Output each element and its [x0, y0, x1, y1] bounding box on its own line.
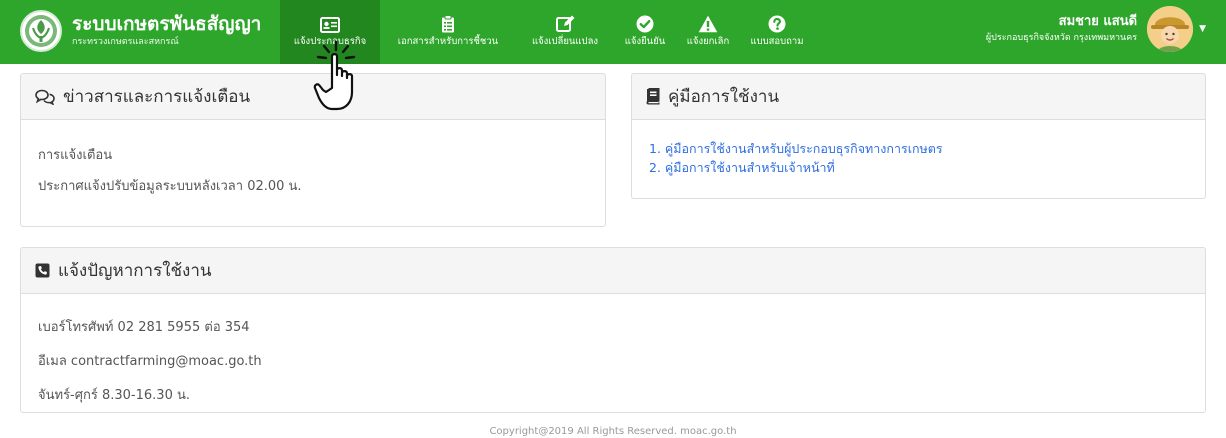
ministry-logo [20, 10, 62, 52]
top-navbar: ระบบเกษตรพันธสัญญา กระทรวงเกษตรและสหกรณ์… [0, 0, 1226, 64]
nav-notify-change[interactable]: แจ้งเปลี่ยนแปลง [516, 0, 614, 64]
user-role: ผู้ประกอบธุรกิจจังหวัด กรุงเทพมหานคร [985, 33, 1138, 43]
manual-panel-header: คู่มือการใช้งาน [632, 74, 1205, 120]
brand[interactable]: ระบบเกษตรพันธสัญญา กระทรวงเกษตรและสหกรณ์ [20, 10, 261, 52]
manual-panel: คู่มือการใช้งาน 1. คู่มือการใช้งานสำหรับ… [631, 73, 1206, 199]
manual-link-officer[interactable]: 2. คู่มือการใช้งานสำหรับเจ้าหน้าที่ [649, 158, 1188, 177]
issue-panel-title: แจ้งปัญหาการใช้งาน [58, 261, 212, 281]
issue-hours: จันทร์-ศุกร์ 8.30-16.30 น. [38, 388, 190, 403]
nav-cancel[interactable]: แจ้งยกเลิก [676, 0, 740, 64]
nav-questionnaire[interactable]: แบบสอบถาม [740, 0, 814, 64]
issue-email: อีเมล contractfarming@moac.go.th [38, 354, 262, 369]
nav-confirm[interactable]: แจ้งยืนยัน [614, 0, 676, 64]
app-subtitle: กระทรวงเกษตรและสหกรณ์ [72, 37, 179, 47]
footer-copyright: Copyright@2019 All Rights Reserved. moac… [489, 426, 737, 437]
issue-report-panel: แจ้งปัญหาการใช้งาน เบอร์โทรศัพท์ 02 281 … [20, 247, 1206, 413]
question-circle-icon [768, 15, 786, 33]
manual-panel-title: คู่มือการใช้งาน [668, 87, 780, 107]
nav-label: แจ้งยืนยัน [624, 36, 666, 47]
nav-solicitation-documents[interactable]: เอกสารสำหรับการชี้ชวน [380, 0, 516, 64]
phone-square-icon [35, 263, 50, 278]
user-name: สมชาย แสนดี [1058, 14, 1138, 29]
edit-icon [555, 15, 574, 32]
news-panel-title: ข่าวสารและการแจ้งเตือน [63, 87, 251, 107]
issue-panel-header: แจ้งปัญหาการใช้งาน [21, 248, 1205, 294]
news-row: การแจ้งเตือน [38, 148, 113, 163]
news-row: ประกาศแจ้งปรับข้อมูลระบบหลังเวลา 02.00 น… [38, 179, 302, 194]
nav-label: เอกสารสำหรับการชี้ชวน [397, 36, 499, 47]
id-card-icon [320, 17, 340, 33]
avatar[interactable] [1147, 6, 1194, 52]
app-title: ระบบเกษตรพันธสัญญา [72, 13, 262, 35]
manual-link-business[interactable]: 1. คู่มือการใช้งานสำหรับผู้ประกอบธุรกิจท… [649, 139, 1188, 158]
user-menu[interactable]: สมชาย แสนดี ผู้ประกอบธุรกิจจังหวัด กรุงเ… [986, 6, 1206, 52]
nav-label: แบบสอบถาม [750, 36, 804, 47]
clipboard-list-icon [442, 15, 454, 33]
warning-icon [698, 15, 718, 33]
comments-icon [35, 89, 55, 105]
book-icon [646, 88, 660, 105]
nav-label: แจ้งยกเลิก [686, 36, 730, 47]
issue-phone: เบอร์โทรศัพท์ 02 281 5955 ต่อ 354 [38, 320, 250, 335]
chevron-down-icon[interactable]: ▼ [1199, 24, 1206, 34]
hand-pointer-cursor-icon [313, 40, 356, 111]
check-circle-icon [636, 15, 654, 33]
nav-label: แจ้งเปลี่ยนแปลง [531, 36, 599, 47]
